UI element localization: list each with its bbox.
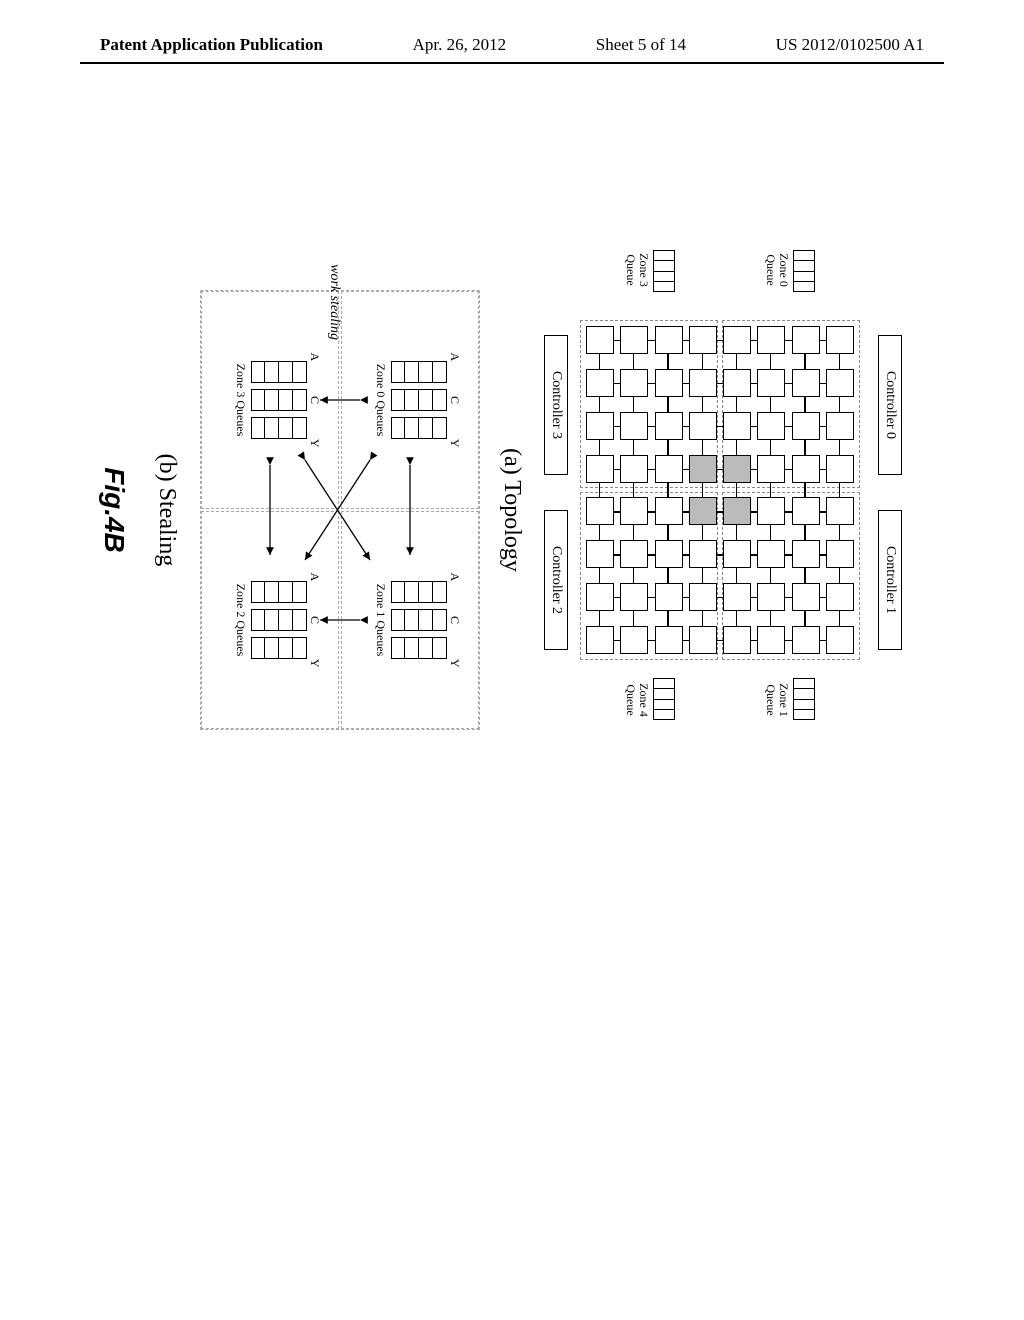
mesh-tile (792, 455, 820, 483)
mesh-tile (792, 583, 820, 611)
mesh-tile (655, 455, 683, 483)
mesh-tile (655, 497, 683, 525)
mesh-tile (826, 583, 854, 611)
mesh-tile (757, 326, 785, 354)
mesh-tile (655, 412, 683, 440)
mesh-tile (826, 369, 854, 397)
mesh-tile (792, 412, 820, 440)
mesh-tile (586, 626, 614, 654)
mesh-tile (689, 326, 717, 354)
pub-date: Apr. 26, 2012 (413, 35, 507, 55)
stealing-arrows (200, 290, 480, 730)
topology-caption: (a) Topology (498, 200, 525, 820)
mesh-tile (689, 626, 717, 654)
zone-3-queue-label: Zone 3 Queue (624, 240, 650, 300)
mesh-tile (689, 583, 717, 611)
controller-2: Controller 2 (544, 510, 568, 650)
mesh-tile (792, 326, 820, 354)
mesh-tile (586, 412, 614, 440)
mesh-tile (655, 540, 683, 568)
mesh-tile (689, 497, 717, 525)
mesh-tile (620, 497, 648, 525)
mesh-tile (586, 369, 614, 397)
mesh-tile (723, 369, 751, 397)
mesh-tile (655, 369, 683, 397)
mesh-tile (620, 455, 648, 483)
diagram-wrap: Controller 0 Controller 1 Controller 2 C… (100, 200, 920, 820)
mesh-tile (723, 455, 751, 483)
mesh-tile (586, 326, 614, 354)
sheet-number: Sheet 5 of 14 (596, 35, 686, 55)
figure-area: Controller 0 Controller 1 Controller 2 C… (200, 100, 820, 920)
figure-label: Fig.4B (98, 200, 130, 820)
controller-3: Controller 3 (544, 335, 568, 475)
mesh-tile (655, 326, 683, 354)
mesh-tile (655, 583, 683, 611)
mesh-tile (757, 626, 785, 654)
controller-0: Controller 0 (878, 335, 902, 475)
mesh-tile (586, 540, 614, 568)
mesh-tile (723, 540, 751, 568)
mesh-tile (757, 455, 785, 483)
mesh-tile (620, 412, 648, 440)
mesh-tile (620, 326, 648, 354)
mesh-tile (792, 369, 820, 397)
mesh-tile (689, 455, 717, 483)
zone-0-queue-icon (793, 250, 815, 292)
zone-3-queue-icon (653, 250, 675, 292)
patent-pub-label: Patent Application Publication (100, 35, 323, 55)
mesh-tile (586, 497, 614, 525)
mesh-tile (620, 626, 648, 654)
mesh-grid (580, 320, 860, 660)
header-rule (80, 62, 944, 64)
mesh-tile (620, 583, 648, 611)
stealing-diagram: A C Y Zone 0 Queues A C Y (150, 290, 480, 730)
mesh-tile (792, 540, 820, 568)
mesh-tile (586, 455, 614, 483)
mesh-tile (723, 583, 751, 611)
mesh-tile (689, 412, 717, 440)
mesh-tile (826, 412, 854, 440)
mesh-tile (757, 583, 785, 611)
mesh-tile (620, 540, 648, 568)
mesh-tile (723, 626, 751, 654)
controller-1: Controller 1 (878, 510, 902, 650)
mesh-tile (689, 540, 717, 568)
mesh-tile (620, 369, 648, 397)
mesh-tile (757, 497, 785, 525)
mesh-tile (723, 497, 751, 525)
zone-1-queue-label: Zone 1 Queue (764, 670, 790, 730)
mesh-tile (826, 540, 854, 568)
mesh-tile (826, 626, 854, 654)
mesh-tile (792, 626, 820, 654)
pub-number: US 2012/0102500 A1 (776, 35, 924, 55)
mesh-tile (723, 326, 751, 354)
mesh-tile (826, 455, 854, 483)
mesh-tile (826, 326, 854, 354)
mesh-tile (792, 497, 820, 525)
mesh-tile (586, 583, 614, 611)
mesh-tile (757, 369, 785, 397)
mesh-tile (757, 540, 785, 568)
work-stealing-label: work stealing (327, 260, 342, 340)
zone-4-queue-icon (653, 678, 675, 720)
zone-0-queue-label: Zone 0 Queue (764, 240, 790, 300)
zone-1-queue-icon (793, 678, 815, 720)
mesh-tile (655, 626, 683, 654)
mesh-tile (723, 412, 751, 440)
mesh-tile (689, 369, 717, 397)
zone-4-queue-label: Zone 4 Queue (624, 670, 650, 730)
mesh-tile (826, 497, 854, 525)
topology-diagram: Controller 0 Controller 1 Controller 2 C… (500, 200, 920, 820)
stealing-caption: (b) Stealing (153, 290, 180, 730)
mesh-tile (757, 412, 785, 440)
